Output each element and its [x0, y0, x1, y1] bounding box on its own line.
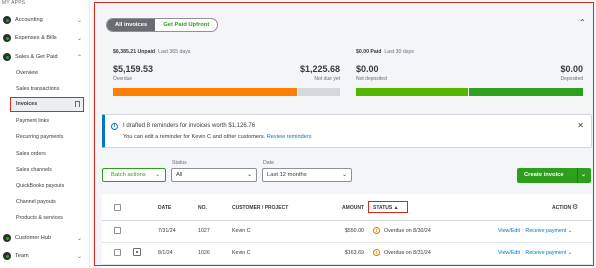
bookmark-icon[interactable]: [75, 101, 80, 107]
sidebar: MY APPS Accounting ⌄ Expenses & Bills ⌄ …: [0, 0, 90, 268]
sidebar-section-customer-hub[interactable]: Customer Hub ⌄: [0, 231, 89, 245]
customer-hub-icon: [3, 234, 11, 242]
sidebar-section-label: Expenses & Bills: [15, 35, 57, 41]
sidebar-item-sales-transactions[interactable]: Sales transactions: [16, 86, 59, 92]
sidebar-item-sales-channels[interactable]: Sales channels: [16, 167, 52, 173]
sidebar-item-channel-payouts[interactable]: Channel payouts: [16, 199, 56, 205]
chevron-up-icon: ⌃: [76, 54, 82, 61]
chevron-down-icon: ⌄: [76, 253, 82, 260]
sidebar-item-label: Invoices: [16, 101, 38, 107]
accounting-icon: [3, 16, 11, 24]
sidebar-section-label: Sales & Get Paid: [15, 54, 58, 60]
sidebar-section-team[interactable]: Team ⌄: [0, 249, 89, 263]
sidebar-section-label: Accounting: [15, 17, 43, 23]
sidebar-section-label: Team: [15, 253, 29, 259]
sidebar-item-payment-links[interactable]: Payment links: [16, 118, 49, 124]
sidebar-item-quickbooks-payouts[interactable]: QuickBooks payouts: [16, 183, 64, 189]
highlight-frame: [94, 2, 594, 266]
my-apps-header: MY APPS: [2, 0, 26, 6]
sidebar-section-accounting[interactable]: Accounting ⌄: [0, 13, 89, 27]
sidebar-section-label: Customer Hub: [15, 235, 52, 241]
team-icon: [3, 252, 11, 260]
sales-icon: [3, 53, 11, 61]
sidebar-section-sales[interactable]: Sales & Get Paid ⌃: [0, 50, 89, 64]
sidebar-item-recurring-payments[interactable]: Recurring payments: [16, 134, 63, 140]
sidebar-item-overview[interactable]: Overview: [16, 70, 38, 76]
chevron-down-icon: ⌄: [76, 235, 82, 242]
chevron-down-icon: ⌄: [76, 17, 82, 24]
chevron-down-icon: ⌄: [76, 35, 82, 42]
sidebar-item-sales-orders[interactable]: Sales orders: [16, 151, 46, 157]
expenses-icon: [3, 34, 11, 42]
sidebar-item-products-services[interactable]: Products & services: [16, 215, 63, 221]
sidebar-item-invoices[interactable]: Invoices: [10, 97, 84, 112]
sidebar-section-expenses[interactable]: Expenses & Bills ⌄: [0, 31, 89, 45]
